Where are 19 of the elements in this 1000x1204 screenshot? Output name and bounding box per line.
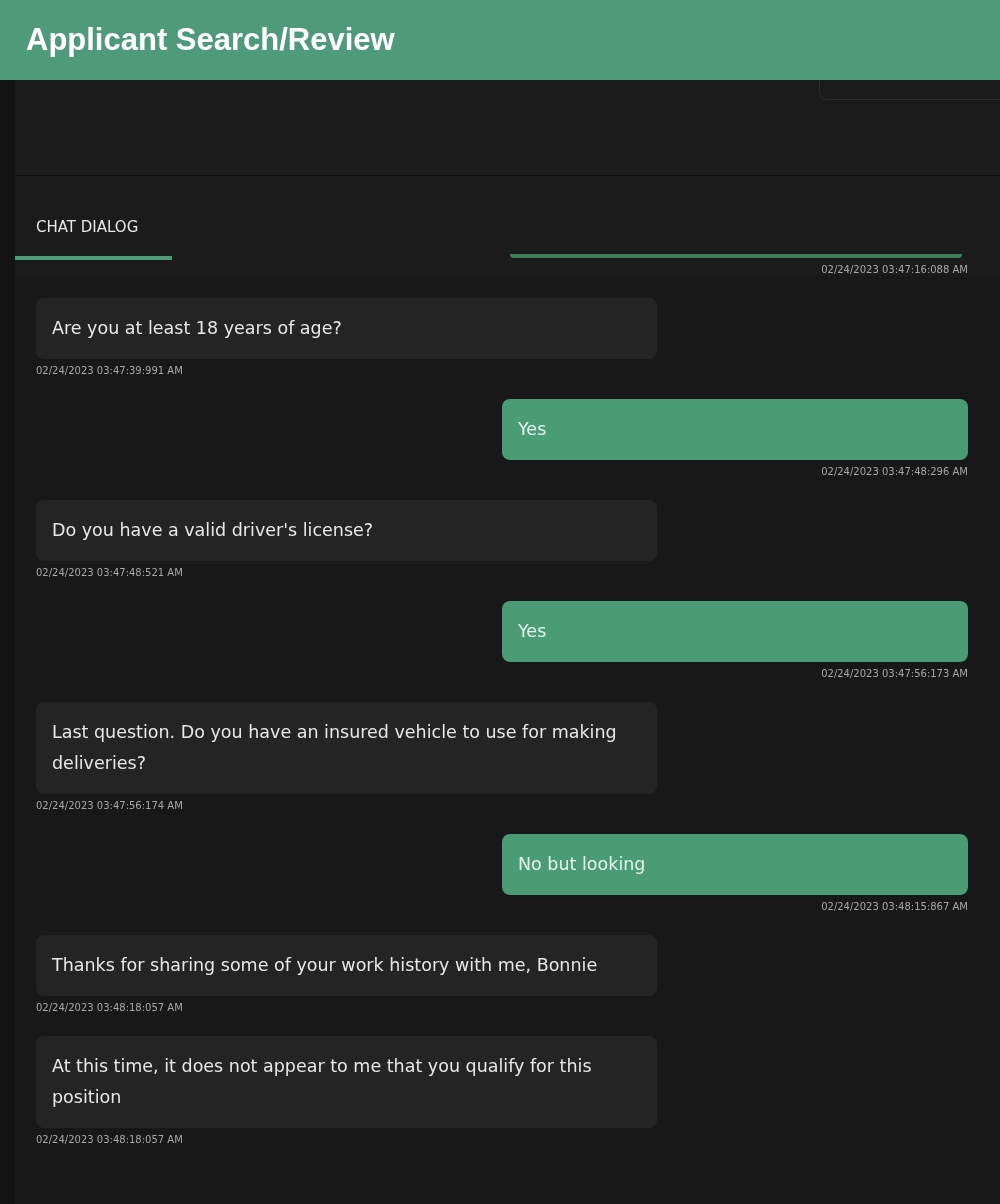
message-timestamp: 02/24/2023 03:47:56:174 AM bbox=[36, 800, 183, 811]
message-timestamp: 02/24/2023 03:47:56:173 AM bbox=[821, 668, 968, 679]
question-bubble: Do you have a valid driver's license? bbox=[36, 500, 657, 561]
message-timestamp: 02/24/2023 03:48:18:057 AM bbox=[36, 1134, 183, 1145]
reply-bubble: No but looking bbox=[502, 834, 968, 895]
question-bubble: Thanks for sharing some of your work history with me, Bonnie bbox=[36, 935, 657, 996]
message-timestamp: 02/24/2023 03:47:48:521 AM bbox=[36, 567, 183, 578]
message-timestamp: 02/24/2023 03:47:16:088 AM bbox=[821, 264, 968, 275]
message-timestamp: 02/24/2023 03:48:15:867 AM bbox=[821, 901, 968, 912]
message-timestamp: 02/24/2023 03:47:39:991 AM bbox=[36, 365, 183, 376]
question-bubble: At this time, it does not appear to me that you qualify for this position bbox=[36, 1036, 657, 1128]
reply-bubble: Yes bbox=[502, 399, 968, 460]
question-bubble: Last question. Do you have an insured vehicle to use for making deliveries? bbox=[36, 702, 657, 794]
question-bubble: Are you at least 18 years of age? bbox=[36, 298, 657, 359]
message-timestamp: 02/24/2023 03:47:48:296 AM bbox=[821, 466, 968, 477]
message-timestamp: 02/24/2023 03:48:18:057 AM bbox=[36, 1002, 183, 1013]
chat-dialog-tab[interactable]: CHAT DIALOG bbox=[15, 198, 172, 260]
reply-bubble: Yes bbox=[502, 601, 968, 662]
page-title: Applicant Search/Review bbox=[26, 22, 395, 58]
